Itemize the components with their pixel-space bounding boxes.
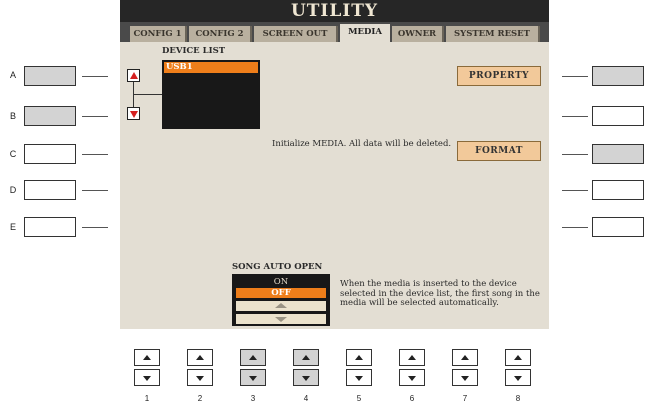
side-label-c: C — [9, 149, 17, 159]
up-triangle-icon — [143, 355, 151, 360]
up-button-2[interactable] — [187, 349, 213, 366]
button-number-7: 7 — [462, 394, 468, 403]
down-button-1[interactable] — [134, 369, 160, 386]
side-button-c[interactable] — [24, 144, 76, 164]
side-label-d: D — [9, 185, 17, 195]
button-number-1: 1 — [144, 394, 150, 403]
side-connector-a — [82, 76, 108, 77]
device-list-item-usb1[interactable]: USB1 — [164, 62, 258, 73]
down-button-3[interactable] — [240, 369, 266, 386]
up-triangle-icon — [408, 355, 416, 360]
down-triangle-icon — [143, 376, 151, 381]
tab-screen-out[interactable]: SCREEN OUT — [254, 26, 338, 42]
side-connector-right-b — [562, 116, 588, 117]
format-button[interactable]: FORMAT — [457, 141, 541, 161]
side-label-e: E — [9, 222, 16, 232]
side-button-right-c[interactable] — [592, 144, 644, 164]
down-button-7[interactable] — [452, 369, 478, 386]
side-button-e[interactable] — [24, 217, 76, 237]
down-triangle-icon — [514, 376, 522, 381]
button-number-8: 8 — [515, 394, 521, 403]
tab-media[interactable]: MEDIA — [340, 24, 390, 43]
scroll-down-icon — [275, 317, 287, 322]
down-button-2[interactable] — [187, 369, 213, 386]
side-button-right-d[interactable] — [592, 180, 644, 200]
side-button-right-a[interactable] — [592, 66, 644, 86]
up-arrow-icon — [130, 72, 138, 79]
device-up-button[interactable] — [127, 69, 140, 82]
button-number-3: 3 — [250, 394, 256, 403]
song-auto-open-down[interactable] — [236, 314, 326, 324]
up-triangle-icon — [196, 355, 204, 360]
song-auto-open-description: When the media is inserted to the device… — [340, 279, 540, 308]
down-button-5[interactable] — [346, 369, 372, 386]
up-button-4[interactable] — [293, 349, 319, 366]
up-triangle-icon — [461, 355, 469, 360]
down-triangle-icon — [249, 376, 257, 381]
down-triangle-icon — [408, 376, 416, 381]
button-number-2: 2 — [197, 394, 203, 403]
side-label-a: A — [9, 70, 16, 80]
arrow-connector-branch — [133, 94, 162, 95]
init-message: Initialize MEDIA. All data will be delet… — [272, 139, 452, 149]
song-auto-open-up[interactable] — [236, 301, 326, 311]
device-down-button[interactable] — [127, 107, 140, 120]
down-button-6[interactable] — [399, 369, 425, 386]
side-button-right-e[interactable] — [592, 217, 644, 237]
tab-config-1[interactable]: CONFIG 1 — [130, 26, 187, 42]
up-triangle-icon — [355, 355, 363, 360]
device-list[interactable]: USB1 — [162, 60, 260, 129]
lcd-screen: UTILITY CONFIG 1 CONFIG 2 SCREEN OUT MED… — [120, 0, 549, 329]
down-button-8[interactable] — [505, 369, 531, 386]
tab-system-reset[interactable]: SYSTEM RESET — [446, 26, 540, 42]
tab-owner[interactable]: OWNER — [392, 26, 444, 42]
side-connector-right-c — [562, 154, 588, 155]
side-connector-c — [82, 154, 108, 155]
side-connector-right-a — [562, 76, 588, 77]
up-button-5[interactable] — [346, 349, 372, 366]
side-connector-d — [82, 190, 108, 191]
button-number-4: 4 — [303, 394, 309, 403]
side-label-b: B — [9, 111, 16, 121]
up-triangle-icon — [514, 355, 522, 360]
screen-title: UTILITY — [290, 1, 379, 21]
device-list-label: DEVICE LIST — [162, 46, 226, 56]
up-button-8[interactable] — [505, 349, 531, 366]
song-auto-open-selector[interactable]: ON OFF — [232, 274, 330, 326]
side-connector-b — [82, 116, 108, 117]
down-triangle-icon — [196, 376, 204, 381]
tab-config-2[interactable]: CONFIG 2 — [189, 26, 252, 42]
song-auto-open-off[interactable]: OFF — [236, 288, 326, 298]
button-number-5: 5 — [356, 394, 362, 403]
up-button-6[interactable] — [399, 349, 425, 366]
side-button-b[interactable] — [24, 106, 76, 126]
up-triangle-icon — [302, 355, 310, 360]
song-auto-open-on[interactable]: ON — [236, 277, 326, 287]
down-triangle-icon — [302, 376, 310, 381]
side-button-a[interactable] — [24, 66, 76, 86]
up-button-1[interactable] — [134, 349, 160, 366]
up-button-7[interactable] — [452, 349, 478, 366]
down-triangle-icon — [355, 376, 363, 381]
up-triangle-icon — [249, 355, 257, 360]
side-connector-e — [82, 227, 108, 228]
side-connector-right-e — [562, 227, 588, 228]
scroll-up-icon — [275, 303, 287, 308]
property-button[interactable]: PROPERTY — [457, 66, 541, 86]
up-button-3[interactable] — [240, 349, 266, 366]
down-arrow-icon — [130, 111, 138, 118]
down-triangle-icon — [461, 376, 469, 381]
down-button-4[interactable] — [293, 369, 319, 386]
side-connector-right-d — [562, 190, 588, 191]
button-number-6: 6 — [409, 394, 415, 403]
song-auto-open-label: SONG AUTO OPEN — [232, 262, 323, 272]
side-button-d[interactable] — [24, 180, 76, 200]
side-button-right-b[interactable] — [592, 106, 644, 126]
